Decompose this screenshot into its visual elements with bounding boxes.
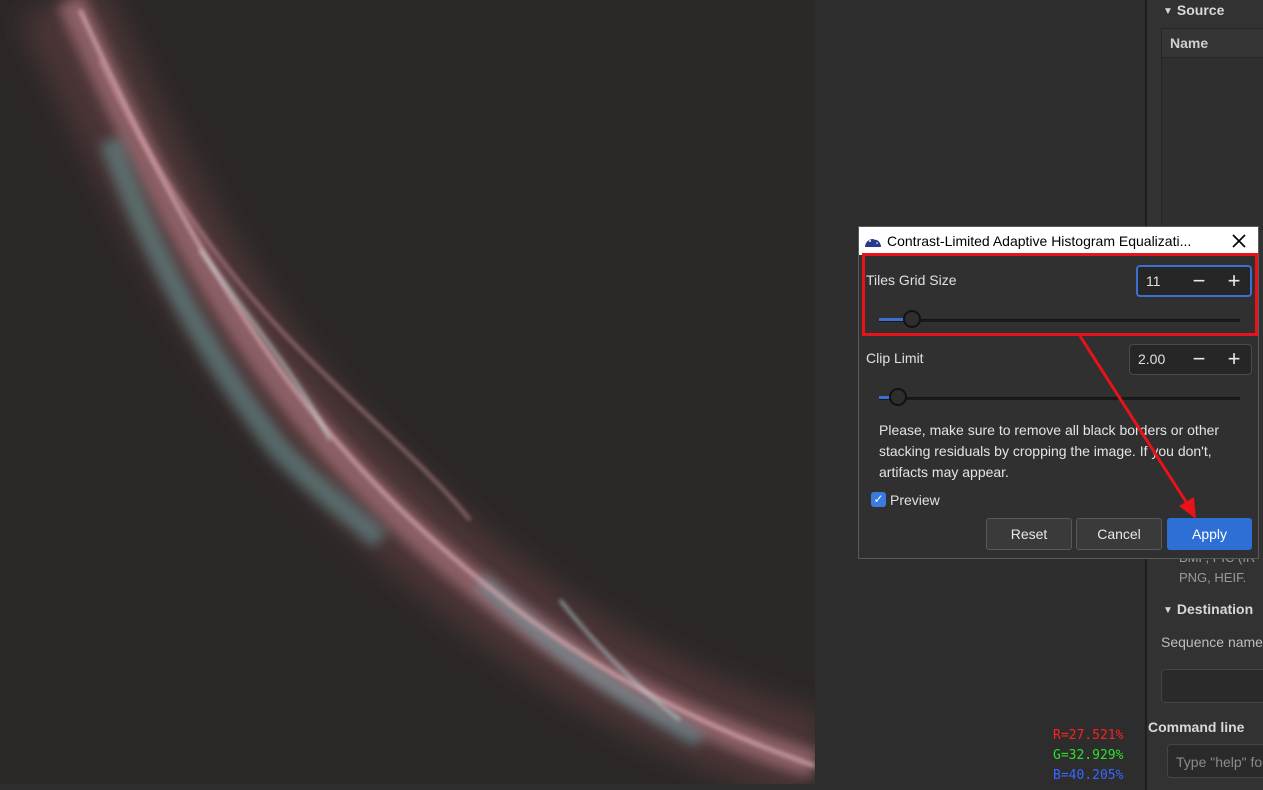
tiles-decrement-button[interactable]: −	[1182, 267, 1216, 295]
plus-icon: +	[1227, 268, 1241, 293]
name-column-header[interactable]: Name	[1162, 29, 1263, 58]
clip-limit-slider-handle[interactable]	[888, 388, 907, 406]
sequence-name-input[interactable]	[1161, 669, 1263, 703]
source-section-header[interactable]: ▼ Source	[1163, 2, 1224, 18]
clip-limit-label: Clip Limit	[866, 350, 924, 366]
pixel-value-readout: R=27.521% G=32.929% B=40.205%	[1053, 726, 1123, 786]
minus-icon: −	[1192, 268, 1206, 293]
preview-label[interactable]: Preview	[890, 492, 940, 508]
pixel-g-value: G=32.929%	[1053, 748, 1124, 763]
tiles-grid-size-slider-fill	[879, 318, 905, 321]
minus-icon: −	[1192, 346, 1206, 371]
clahe-dialog: Contrast-Limited Adaptive Histogram Equa…	[858, 226, 1259, 559]
destination-header-label: Destination	[1176, 601, 1254, 617]
reset-button[interactable]: Reset	[986, 518, 1072, 550]
pixel-r-value: R=27.521%	[1053, 728, 1124, 743]
apply-button[interactable]: Apply	[1167, 518, 1252, 550]
plus-icon: +	[1227, 346, 1241, 371]
close-icon	[1232, 234, 1246, 248]
tiles-grid-size-slider-track[interactable]	[879, 319, 1240, 322]
tiles-grid-size-spinner[interactable]: 11 − +	[1136, 265, 1252, 297]
expander-down-icon: ▼	[1163, 6, 1173, 17]
destination-section-header[interactable]: ▼ Destination	[1163, 601, 1253, 617]
tiles-grid-size-slider-handle[interactable]	[903, 310, 922, 328]
source-file-list[interactable]: Name	[1161, 28, 1263, 230]
clip-limit-spinner[interactable]: 2.00 − +	[1129, 344, 1252, 375]
clip-limit-slider-track[interactable]	[879, 397, 1240, 400]
dialog-title: Contrast-Limited Adaptive Histogram Equa…	[887, 233, 1192, 249]
command-line-label: Command line	[1148, 719, 1245, 735]
tiles-grid-size-label: Tiles Grid Size	[866, 272, 957, 288]
siril-app-icon	[865, 238, 881, 247]
dialog-titlebar[interactable]: Contrast-Limited Adaptive Histogram Equa…	[859, 227, 1258, 255]
tiles-increment-button[interactable]: +	[1217, 267, 1251, 295]
close-button[interactable]	[1224, 229, 1254, 253]
tiles-grid-size-value[interactable]: 11	[1146, 267, 1161, 295]
image-canvas[interactable]	[0, 0, 815, 784]
formats-line-2: PNG, HEIF.	[1179, 570, 1247, 585]
sequence-name-label: Sequence name	[1161, 634, 1263, 650]
command-line-input[interactable]: Type "help" fo	[1167, 744, 1263, 778]
nebula-image	[0, 0, 815, 784]
clip-decrement-button[interactable]: −	[1182, 345, 1216, 373]
clip-limit-value[interactable]: 2.00	[1138, 345, 1165, 373]
preview-checkbox[interactable]: ✓	[871, 492, 886, 507]
cancel-button[interactable]: Cancel	[1076, 518, 1162, 550]
checkmark-icon: ✓	[873, 492, 884, 506]
pixel-b-value: B=40.205%	[1053, 768, 1124, 783]
clip-increment-button[interactable]: +	[1217, 345, 1251, 373]
expander-down-icon: ▼	[1163, 605, 1173, 616]
source-header-label: Source	[1176, 2, 1225, 18]
border-warning-text: Please, make sure to remove all black bo…	[879, 422, 1220, 480]
